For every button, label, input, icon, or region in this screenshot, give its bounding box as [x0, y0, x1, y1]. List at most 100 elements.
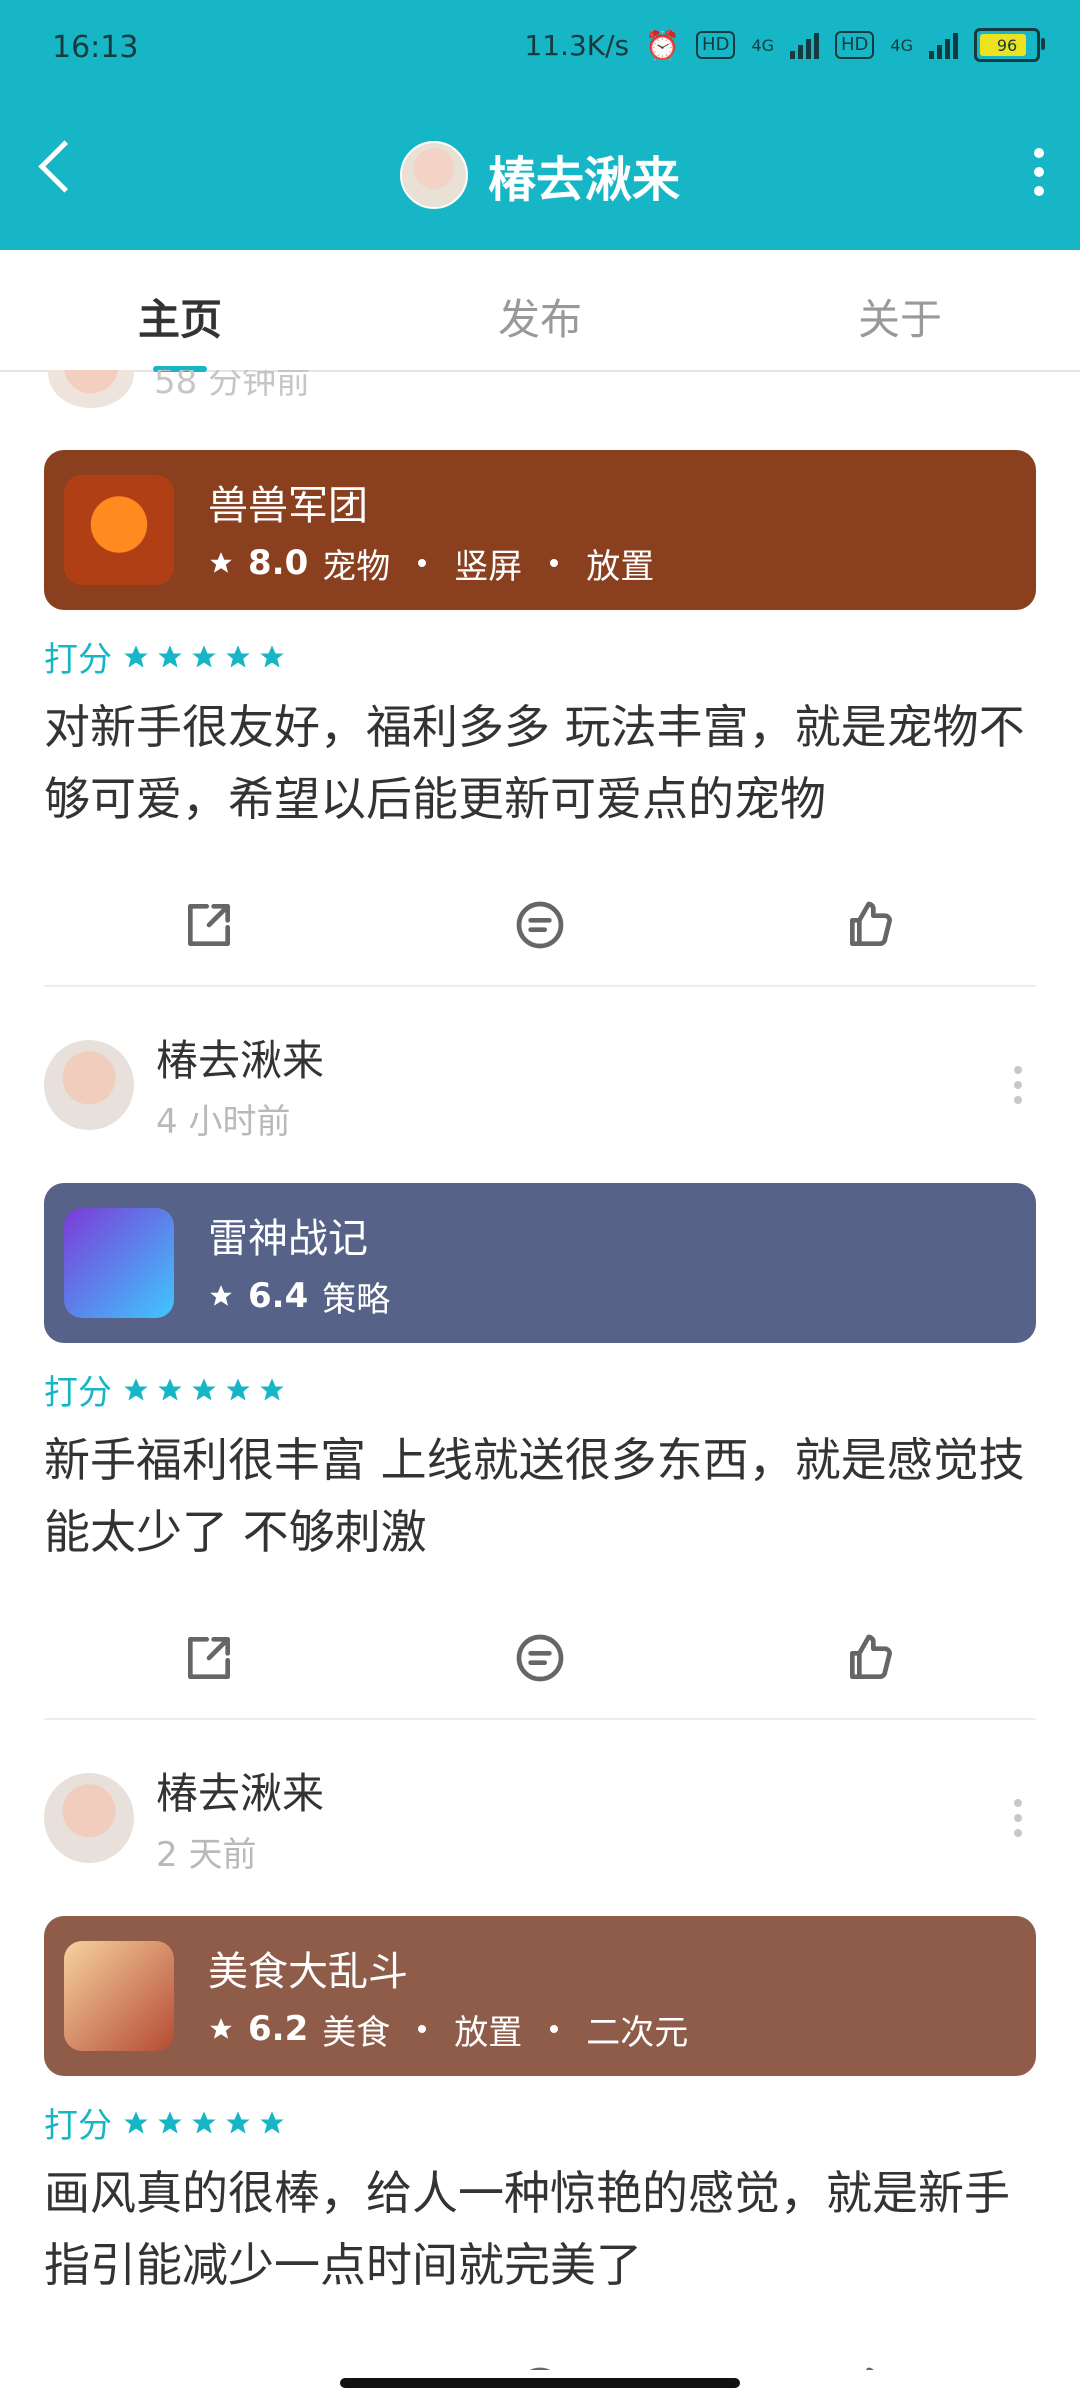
network-4g-label: 4G — [751, 35, 775, 55]
star-icon — [158, 2110, 182, 2133]
star-icon — [192, 1377, 216, 1400]
review-text: 新手福利很丰富 上线就送很多东西，就是感觉技能太少了 不够刺激 — [44, 1433, 1025, 1559]
star-icon — [124, 2110, 148, 2133]
game-tag: 策略 — [322, 1279, 391, 1320]
top-bar: 16:13 11.3K/s ⏰ HD 4G HD 4G 96 椿去湫来 — [0, 0, 1080, 250]
star-icon — [158, 1377, 182, 1400]
like-icon[interactable] — [843, 2363, 899, 2370]
star-icon — [192, 2110, 216, 2133]
post-time: 58 分钟前 — [154, 370, 311, 402]
game-info: 雷神战记 6.4 策略 — [208, 1206, 390, 1321]
star-icon — [124, 644, 148, 667]
score-stars — [122, 2109, 286, 2137]
game-meta: 6.2 美食 放置 二次元 — [208, 2005, 688, 2054]
game-tag: 宠物 — [322, 546, 391, 587]
share-icon[interactable] — [181, 1630, 237, 1686]
comment-icon[interactable] — [512, 897, 568, 953]
home-indicator[interactable] — [340, 2378, 740, 2388]
title-area: 椿去湫来 — [0, 140, 1080, 210]
avatar[interactable] — [48, 370, 134, 408]
username[interactable]: 椿去湫来 — [156, 1027, 324, 1088]
game-rating: 6.4 — [248, 1276, 309, 1316]
battery-level: 96 — [996, 35, 1018, 55]
score-row: 打分 — [44, 1365, 1036, 1414]
separator-dot — [550, 2025, 559, 2033]
star-icon — [226, 2110, 250, 2133]
status-icons: 11.3K/s ⏰ HD 4G HD 4G 96 — [524, 28, 1045, 62]
alarm-icon: ⏰ — [645, 28, 681, 62]
status-bar: 16:13 11.3K/s ⏰ HD 4G HD 4G 96 — [0, 0, 1080, 100]
user-info: 椿去湫来 4 小时前 — [156, 1027, 324, 1143]
score-row: 打分 — [44, 632, 1036, 681]
game-icon — [64, 1941, 174, 2051]
score-label: 打分 — [44, 2106, 112, 2146]
score-label: 打分 — [44, 640, 112, 680]
game-card-body[interactable]: 美食大乱斗 6.2 美食 放置 二次元 — [44, 1916, 1036, 2076]
star-icon — [124, 1377, 148, 1400]
star-icon — [226, 644, 250, 667]
share-icon[interactable] — [181, 897, 237, 953]
score-row: 打分 — [44, 2098, 1036, 2147]
score-label: 打分 — [44, 1373, 112, 1413]
network-4g-label-2: 4G — [890, 35, 913, 55]
star-icon — [260, 644, 284, 667]
game-name: 美食大乱斗 — [208, 1948, 408, 1995]
avatar[interactable] — [44, 1040, 134, 1130]
star-icon — [210, 552, 232, 573]
more-icon[interactable] — [1034, 148, 1044, 196]
avatar[interactable] — [44, 1773, 134, 1863]
post-header: 椿去湫来 4 小时前 — [44, 987, 1036, 1143]
share-icon[interactable] — [181, 2363, 237, 2370]
comment-icon[interactable] — [512, 1630, 568, 1686]
game-tag: 放置 — [454, 2012, 523, 2053]
star-icon — [226, 1377, 250, 1400]
tab-about[interactable]: 关于 — [720, 250, 1080, 370]
star-icon — [260, 1377, 284, 1400]
status-time: 16:13 — [52, 30, 139, 65]
star-icon — [158, 644, 182, 667]
tab-publish[interactable]: 发布 — [360, 250, 720, 370]
separator-dot — [550, 559, 559, 567]
more-icon[interactable] — [1014, 1066, 1022, 1104]
avatar[interactable] — [399, 141, 468, 209]
page-title: 椿去湫来 — [487, 152, 680, 208]
like-icon[interactable] — [843, 897, 899, 953]
post-header-cutoff: 58 分钟前 — [44, 370, 1036, 408]
comment-icon[interactable] — [512, 2363, 568, 2370]
post-header: 椿去湫来 2 天前 — [44, 1720, 1036, 1876]
game-tag: 竖屏 — [454, 546, 523, 587]
game-tag: 美食 — [322, 2012, 391, 2053]
game-rating: 8.0 — [248, 543, 309, 583]
game-rating: 6.2 — [248, 2009, 309, 2049]
game-card-body[interactable]: 雷神战记 6.4 策略 — [44, 1183, 1036, 1343]
more-icon[interactable] — [1014, 1799, 1022, 1837]
user-info: 椿去湫来 2 天前 — [156, 1760, 324, 1876]
game-icon — [64, 475, 174, 585]
star-icon — [260, 2110, 284, 2133]
post-time: 4 小时前 — [156, 1102, 291, 1142]
review-text: 画风真的很棒，给人一种惊艳的感觉，就是新手指引能减少一点时间就完美了 — [44, 2166, 1010, 2292]
hd-icon: HD — [696, 31, 736, 59]
game-info: 兽兽军团 8.0 宠物 竖屏 放置 — [208, 473, 654, 588]
game-card[interactable]: 兽兽军团 8.0 宠物 竖屏 放置 — [44, 450, 1036, 610]
game-name: 兽兽军团 — [208, 482, 368, 529]
star-icon — [192, 644, 216, 667]
separator-dot — [418, 559, 427, 567]
game-name: 雷神战记 — [208, 1215, 368, 1262]
game-info: 美食大乱斗 6.2 美食 放置 二次元 — [208, 1939, 688, 2054]
game-card[interactable]: 雷神战记 6.4 策略 — [44, 1183, 1036, 1343]
game-card-body[interactable]: 兽兽军团 8.0 宠物 竖屏 放置 — [44, 450, 1036, 610]
score-stars — [122, 643, 286, 671]
tab-home[interactable]: 主页 — [0, 250, 360, 370]
game-tag: 放置 — [586, 546, 655, 587]
star-icon — [210, 2018, 232, 2039]
feed: 58 分钟前 兽兽军团 8.0 宠物 竖屏 放置 打分 对新手很友好，福利多多 … — [0, 370, 1080, 2370]
score-stars — [122, 1376, 286, 1404]
game-card[interactable]: 美食大乱斗 6.2 美食 放置 二次元 — [44, 1916, 1036, 2076]
battery-icon: 96 — [974, 28, 1045, 62]
signal-icon-2 — [929, 31, 958, 59]
username[interactable]: 椿去湫来 — [156, 1760, 324, 1821]
network-speed: 11.3K/s — [524, 28, 630, 62]
signal-icon — [790, 31, 820, 59]
like-icon[interactable] — [843, 1630, 899, 1686]
